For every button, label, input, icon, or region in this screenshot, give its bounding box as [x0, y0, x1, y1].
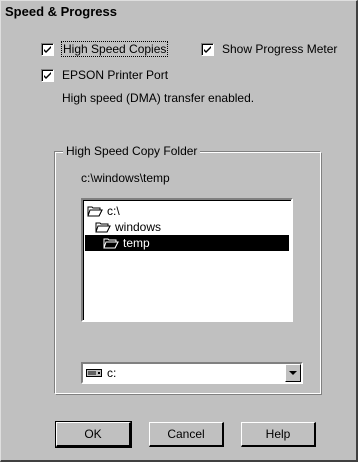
show-progress-meter-checkbox-row[interactable]: Show Progress Meter	[201, 41, 337, 57]
folder-open-icon	[95, 222, 111, 233]
tree-item-label: windows	[115, 220, 162, 234]
ok-button[interactable]: OK	[55, 421, 132, 448]
current-folder-path: c:\windows\temp	[81, 171, 170, 185]
show-progress-meter-label: Show Progress Meter	[222, 42, 338, 56]
cancel-button[interactable]: Cancel	[149, 422, 224, 447]
high-speed-copies-label: High Speed Copies	[60, 41, 169, 57]
folder-open-icon	[103, 238, 119, 249]
tree-item-label: temp	[123, 236, 150, 250]
drive-dropdown-button[interactable]	[285, 364, 301, 382]
checkmark-icon	[204, 45, 211, 53]
dma-status-text: High speed (DMA) transfer enabled.	[62, 91, 255, 105]
drive-label: c:	[107, 366, 117, 380]
tree-item-temp[interactable]: temp	[85, 235, 289, 251]
high-speed-copies-checkbox[interactable]	[41, 42, 54, 56]
epson-printer-port-checkbox[interactable]	[41, 68, 54, 82]
folder-open-icon	[87, 206, 103, 217]
tree-item-windows[interactable]: windows	[95, 219, 161, 235]
group-legend: High Speed Copy Folder	[63, 144, 201, 158]
checkmark-icon	[44, 71, 51, 79]
tree-item-c-root[interactable]: c:\	[87, 203, 120, 219]
dialog-title: Speed & Progress	[2, 2, 356, 22]
epson-printer-port-checkbox-row[interactable]: EPSON Printer Port	[41, 67, 168, 83]
show-progress-meter-checkbox[interactable]	[201, 42, 214, 56]
chevron-down-icon	[289, 370, 297, 375]
drive-select[interactable]: c:	[81, 362, 303, 384]
speed-progress-dialog: Speed & Progress High Speed Copies Show …	[0, 0, 358, 462]
drive-icon	[86, 369, 102, 377]
tree-item-label: c:\	[107, 204, 120, 218]
help-button[interactable]: Help	[241, 422, 316, 447]
checkmark-icon	[44, 45, 51, 53]
high-speed-copies-checkbox-row[interactable]: High Speed Copies	[41, 41, 169, 57]
folder-tree-listbox[interactable]: c:\ windows temp	[81, 198, 293, 322]
drive-select-value: c:	[83, 366, 116, 380]
epson-printer-port-label: EPSON Printer Port	[62, 68, 169, 82]
